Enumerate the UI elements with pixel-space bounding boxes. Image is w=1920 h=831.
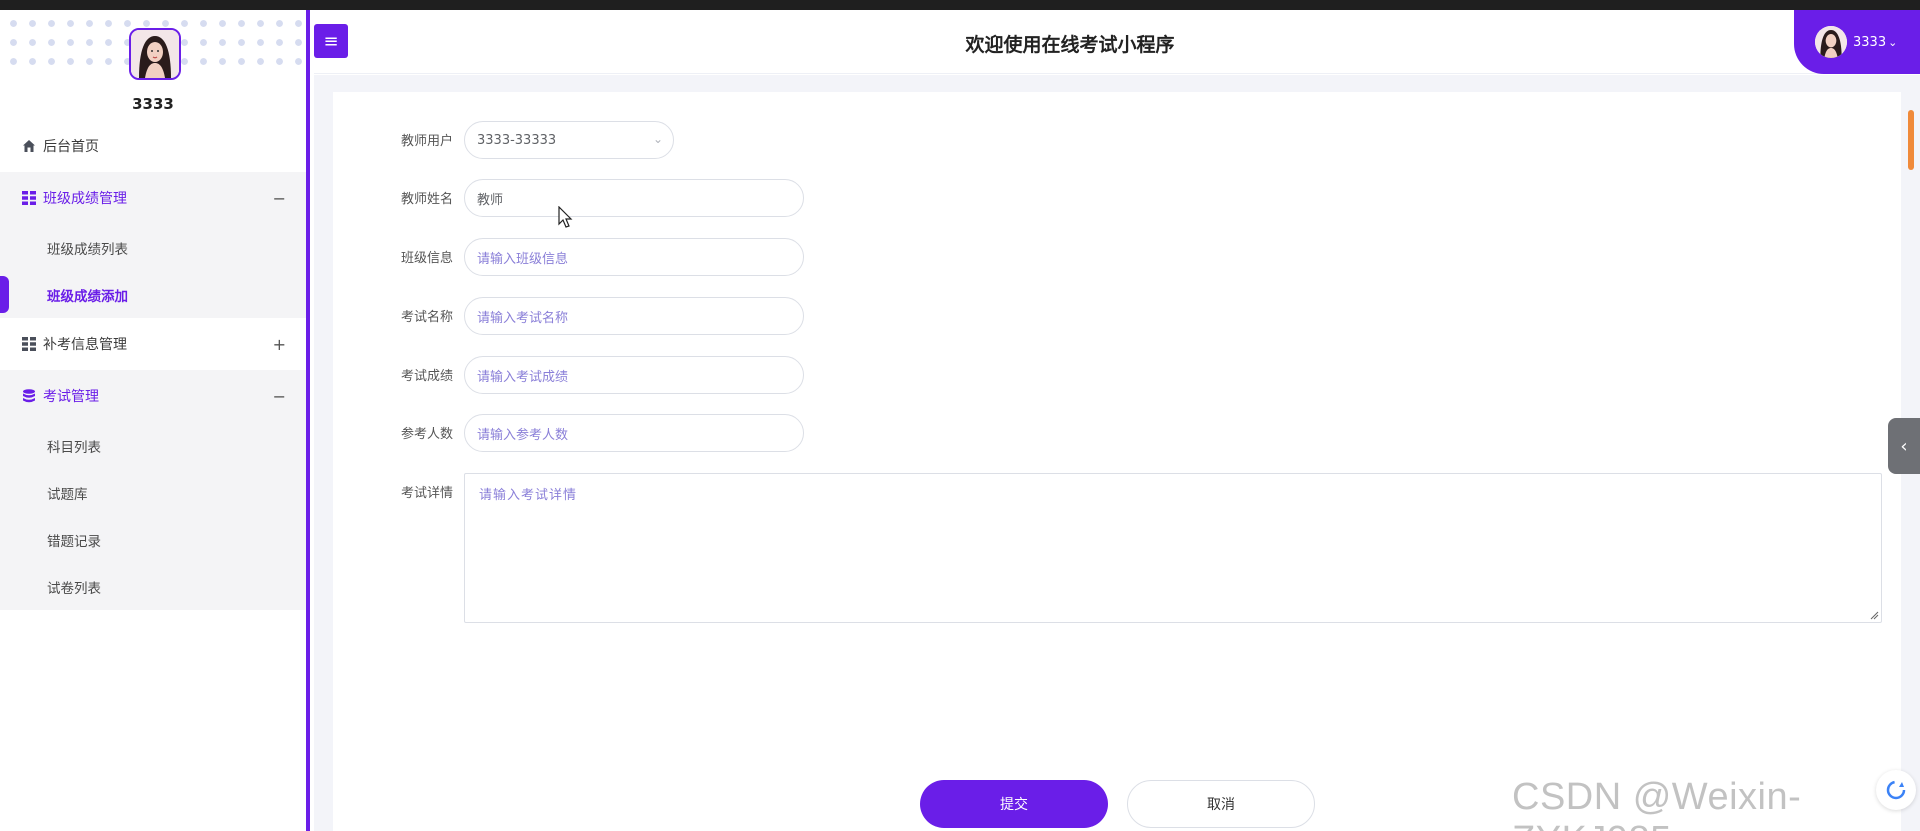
exam-details-textarea[interactable]: 请输入考试详情	[464, 473, 1882, 623]
collapse-icon[interactable]: −	[273, 387, 286, 406]
sidebar-group-label: 补考信息管理	[43, 337, 127, 353]
class-info-placeholder: 请输入班级信息	[477, 251, 569, 267]
mouse-cursor-icon	[558, 206, 573, 228]
exam-score-input[interactable]: 请输入考试成绩	[464, 356, 804, 394]
sidebar-item-home-label: 后台首页	[43, 139, 99, 155]
exam-details-placeholder: 请输入考试详情	[479, 488, 578, 503]
submenu-class-scores: 班级成绩列表 班级成绩添加	[0, 224, 306, 318]
avatar[interactable]	[129, 28, 181, 80]
sidebar-group-class-scores[interactable]: 班级成绩管理 −	[0, 172, 306, 224]
sidebar-item-question-bank[interactable]: 试题库	[0, 469, 306, 516]
watermark: CSDN @Weixin-ZYKJ985	[1512, 776, 1802, 831]
floating-widget[interactable]	[1876, 770, 1916, 810]
database-icon	[21, 388, 37, 404]
collapse-icon[interactable]: −	[273, 189, 286, 208]
teacher-account-value: 3333-33333	[477, 132, 557, 148]
chevron-down-icon: ⌄	[1888, 35, 1898, 49]
score-add-form: 教师用户 3333-33333 ⌄ 教师姓名 教师 班级信息 请输入班级信息 考…	[333, 92, 1901, 831]
field-label-exam-details: 考试详情	[400, 486, 453, 501]
sidebar-menu: 后台首页 班级成绩管理 − 班级成绩列表 班级成绩添加 补考信息管理 + 考试管…	[0, 120, 306, 610]
avatar	[1815, 26, 1847, 58]
exam-name-input[interactable]: 请输入考试名称	[464, 297, 804, 335]
field-label-teacher-name: 教师姓名	[400, 192, 453, 207]
avatar-portrait-icon	[1815, 26, 1847, 58]
sidebar-item-class-score-list[interactable]: 班级成绩列表	[0, 224, 306, 271]
teacher-name-input[interactable]: 教师	[464, 179, 804, 217]
user-menu-name: 3333	[1853, 34, 1887, 50]
class-info-input[interactable]: 请输入班级信息	[464, 238, 804, 276]
sidebar: 3333 后台首页 班级成绩管理 − 班级成绩列表 班级成绩添加 补考信息管理 …	[0, 10, 310, 831]
sidebar-item-class-score-add[interactable]: 班级成绩添加	[0, 271, 306, 318]
participant-count-placeholder: 请输入参考人数	[477, 427, 569, 443]
user-menu[interactable]: 3333 ⌄	[1794, 10, 1920, 74]
window-top-strip	[0, 0, 1920, 10]
side-panel-toggle[interactable]: ‹	[1888, 418, 1920, 474]
exam-name-placeholder: 请输入考试名称	[477, 310, 569, 326]
resize-handle-icon[interactable]	[1869, 610, 1879, 620]
cancel-button[interactable]: 取消	[1127, 780, 1315, 828]
sidebar-item-paper-list[interactable]: 试卷列表	[0, 563, 306, 610]
sidebar-item-subject-list[interactable]: 科目列表	[0, 422, 306, 469]
sidebar-group-exam-management[interactable]: 考试管理 −	[0, 370, 306, 422]
sidebar-group-makeup-exams[interactable]: 补考信息管理 +	[0, 318, 306, 370]
field-label-exam-score: 考试成绩	[400, 369, 453, 384]
sidebar-item-wrong-records[interactable]: 错题记录	[0, 516, 306, 563]
field-label-teacher-account: 教师用户	[400, 134, 453, 149]
teacher-name-value: 教师	[477, 192, 504, 208]
exam-score-placeholder: 请输入考试成绩	[477, 369, 569, 385]
scrollbar-thumb[interactable]	[1908, 110, 1914, 170]
sidebar-username: 3333	[132, 95, 174, 113]
field-label-participant-count: 参考人数	[400, 427, 453, 442]
sidebar-item-home[interactable]: 后台首页	[0, 120, 306, 172]
teacher-account-select[interactable]: 3333-33333 ⌄	[464, 121, 674, 159]
page-title: 欢迎使用在线考试小程序	[965, 34, 1175, 56]
chevron-down-icon: ⌄	[652, 132, 663, 146]
field-label-exam-name: 考试名称	[400, 310, 453, 325]
refresh-icon	[1886, 780, 1906, 800]
field-label-class-info: 班级信息	[400, 251, 453, 266]
grid-icon	[21, 190, 37, 206]
submit-button[interactable]: 提交	[920, 780, 1108, 828]
sidebar-group-label: 班级成绩管理	[43, 191, 127, 207]
home-icon	[21, 138, 37, 154]
sidebar-exam-section: 考试管理 − 科目列表 试题库 错题记录 试卷列表	[0, 370, 306, 610]
participant-count-input[interactable]: 请输入参考人数	[464, 414, 804, 452]
grid-icon	[21, 336, 37, 352]
chevron-left-icon: ‹	[1900, 435, 1908, 457]
sidebar-group-label: 考试管理	[43, 389, 99, 405]
avatar-portrait-icon	[131, 30, 179, 78]
expand-icon[interactable]: +	[273, 335, 286, 354]
top-header: ≡ 欢迎使用在线考试小程序 3333 ⌄	[314, 10, 1920, 74]
